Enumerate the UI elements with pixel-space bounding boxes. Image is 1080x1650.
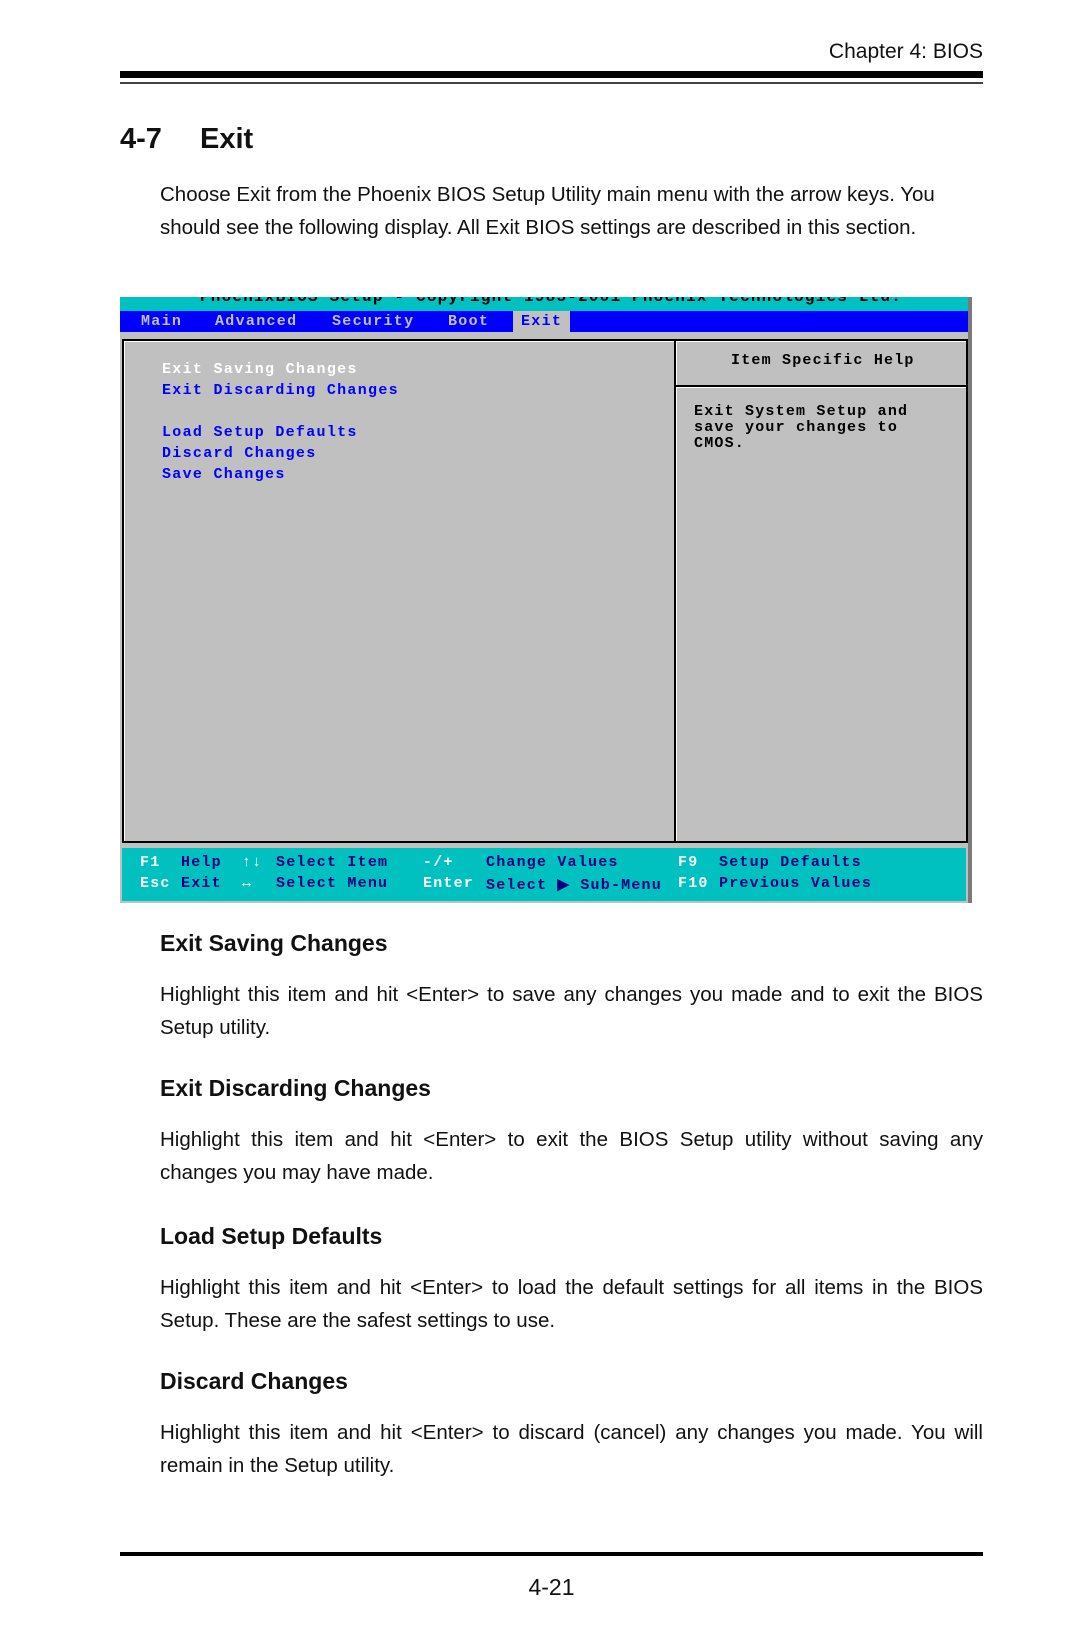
key-f9-desc: Setup Defaults: [719, 854, 862, 871]
menu-item-exit-discarding-changes[interactable]: Exit Discarding Changes: [162, 382, 399, 399]
intro-paragraph: Choose Exit from the Phoenix BIOS Setup …: [160, 183, 935, 239]
desc-load-setup-defaults: Highlight this item and hit <Enter> to l…: [160, 1276, 983, 1332]
tab-security[interactable]: Security: [332, 311, 414, 332]
key-f10: F10: [678, 875, 709, 892]
header-rule-thin: [120, 82, 983, 84]
chapter-header: Chapter 4: BIOS: [828, 40, 983, 63]
bios-help-panel: Item Specific Help Exit System Setup and…: [674, 339, 968, 843]
menu-item-save-changes[interactable]: Save Changes: [162, 466, 286, 483]
section-number: 4-7: [120, 123, 162, 155]
section-title: 4-7 Exit: [120, 123, 253, 156]
heading-load-setup-defaults: Load Setup Defaults: [160, 1223, 383, 1249]
heading-exit-saving-changes: Exit Saving Changes: [160, 930, 388, 956]
desc-exit-discarding-changes: Highlight this item and hit <Enter> to e…: [160, 1128, 983, 1184]
bios-key-legend: F1 Help ↑↓ Select Item -/+ Change Values…: [122, 848, 966, 901]
tab-main[interactable]: Main: [141, 311, 182, 332]
key-f9: F9: [678, 854, 699, 871]
help-heading: Item Specific Help: [731, 352, 915, 369]
key-f10-desc: Previous Values: [719, 875, 873, 892]
key-f1-desc: Help: [181, 854, 222, 871]
key-left-right-desc: Select Menu: [276, 875, 389, 892]
key-minus-plus: -/+: [423, 854, 454, 871]
heading-exit-discarding-changes: Exit Discarding Changes: [160, 1075, 431, 1101]
help-text: Exit System Setup and save your changes …: [694, 403, 909, 452]
menu-item-exit-saving-changes[interactable]: Exit Saving Changes: [162, 361, 358, 378]
heading-discard-changes: Discard Changes: [160, 1368, 348, 1394]
key-left-right: ↔: [242, 875, 253, 892]
bios-titlebar: PhoenixBIOS Setup - Copyright 1985-2001 …: [120, 297, 968, 311]
section-name: Exit: [200, 123, 254, 155]
page-number: 4-21: [528, 1574, 575, 1600]
key-minus-plus-desc: Change Values: [486, 854, 619, 871]
header-rule-thick: [120, 71, 983, 78]
key-up-down-desc: Select Item: [276, 854, 389, 871]
menu-item-discard-changes[interactable]: Discard Changes: [162, 445, 317, 462]
key-enter-desc: Select ▶ Sub-Menu: [486, 877, 662, 894]
key-f1: F1: [140, 854, 161, 871]
bios-menu-panel: Exit Saving Changes Exit Discarding Chan…: [122, 339, 674, 843]
bios-menubar: Main Advanced Security Boot Exit: [120, 311, 968, 332]
desc-exit-saving-changes: Highlight this item and hit <Enter> to s…: [160, 983, 983, 1039]
bios-title: PhoenixBIOS Setup - Copyright 1985-2001 …: [200, 297, 903, 306]
key-enter: Enter: [423, 875, 475, 892]
tab-exit[interactable]: Exit: [513, 311, 571, 332]
key-up-down: ↑↓: [242, 854, 263, 871]
footer-rule: [120, 1552, 983, 1556]
menu-item-load-setup-defaults[interactable]: Load Setup Defaults: [162, 424, 358, 441]
tab-boot[interactable]: Boot: [448, 311, 489, 332]
tab-advanced[interactable]: Advanced: [215, 311, 297, 332]
desc-discard-changes: Highlight this item and hit <Enter> to d…: [160, 1421, 983, 1477]
bios-screen: PhoenixBIOS Setup - Copyright 1985-2001 …: [120, 297, 972, 903]
key-esc: Esc: [140, 875, 171, 892]
help-header: Item Specific Help: [676, 341, 966, 387]
bios-screen-edge: [968, 297, 972, 903]
key-esc-desc: Exit: [181, 875, 222, 892]
